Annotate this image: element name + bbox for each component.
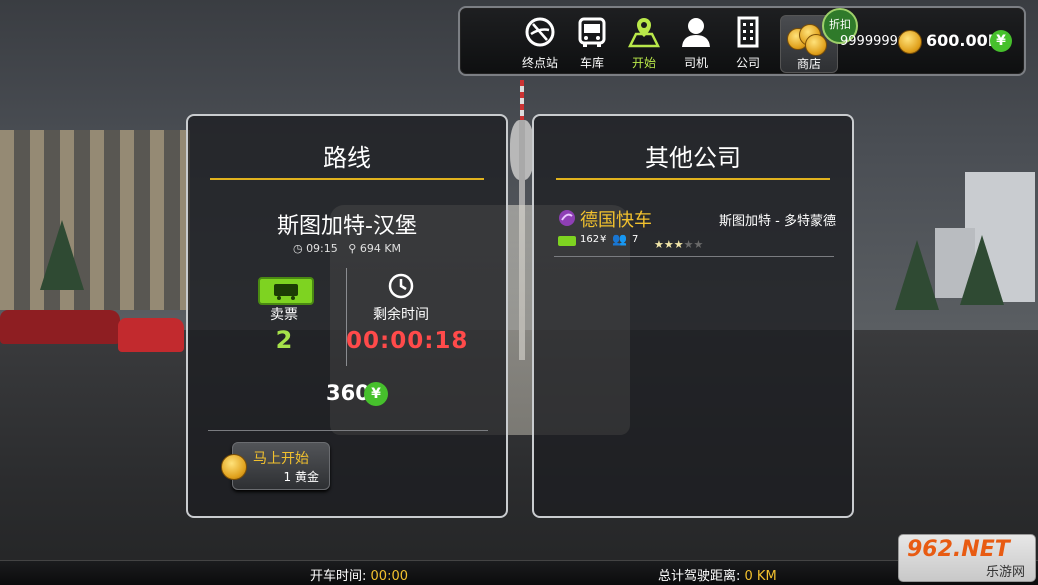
company-list-item[interactable]: 德国快车 斯图加特 - 多特蒙德 162 ¥ 👥 7 ★★★★★	[556, 206, 836, 260]
nav-company-label: 公司	[735, 56, 760, 70]
money-icon: ¥	[364, 382, 388, 406]
star-empty-icon: ★	[683, 238, 694, 251]
title-divider	[556, 178, 830, 180]
rating-stars: ★★★★★	[654, 233, 703, 252]
bus-count: 162	[580, 234, 600, 245]
star-empty-icon: ★	[693, 238, 704, 251]
wallet: 99999999 600.00M ¥	[840, 16, 1020, 66]
top-menu-bar: 终点站 车库 开始 司机 公司 商店 折扣 99999999 600.00M ¥	[458, 6, 1026, 76]
location-icon: ⚲	[348, 242, 357, 255]
nav-terminal-label: 终点站	[521, 56, 558, 70]
total-distance-label: 总计驾驶距离:	[658, 569, 741, 584]
nav-start[interactable]: 开始	[616, 8, 672, 74]
companies-panel-title: 其他公司	[645, 144, 741, 172]
route-name: 斯图加特-汉堡	[277, 214, 417, 239]
start-now-button[interactable]: 马上开始 1 黄金	[221, 442, 330, 490]
company-route: 斯图加特 - 多特蒙德	[719, 214, 836, 229]
route-meta: ◷ 09:15 ⚲ 694 KM	[188, 242, 506, 255]
person-icon	[682, 18, 710, 47]
nav-garage-label: 车库	[579, 56, 604, 70]
drive-time-value: 00:00	[370, 569, 408, 584]
timer-icon	[388, 273, 414, 299]
bus-icon	[578, 17, 606, 47]
people-icon: 👥	[612, 232, 627, 246]
company-logo-icon	[559, 210, 575, 226]
list-separator	[554, 256, 834, 257]
start-now-label: 马上开始	[253, 451, 309, 467]
gold-coin-icon	[898, 30, 922, 54]
star-filled-icon: ★	[654, 238, 664, 251]
background-scene	[0, 0, 1038, 584]
gold-balance: 99999999	[840, 34, 907, 49]
map-pin-icon	[628, 18, 660, 48]
driver-count: 7	[632, 234, 639, 245]
money-icon: ¥	[990, 30, 1012, 52]
start-now-cost: 1 黄金	[283, 470, 319, 484]
coin-icon	[805, 34, 827, 56]
nav-company[interactable]: 公司	[720, 8, 776, 74]
company-name: 德国快车	[580, 210, 652, 231]
watermark-subtitle: 乐游网	[985, 565, 1025, 580]
nav-driver[interactable]: 司机	[668, 8, 724, 74]
globe-icon	[525, 17, 555, 47]
title-divider	[210, 178, 484, 180]
route-distance: 694 KM	[359, 242, 402, 255]
ticket-icon	[258, 277, 314, 305]
building-icon	[737, 16, 759, 48]
drive-time: 开车时间: 00:00	[310, 565, 408, 584]
nav-start-label: 开始	[631, 56, 656, 70]
clock-icon: ◷	[292, 242, 303, 255]
route-panel: 路线 斯图加特-汉堡 ◷ 09:15 ⚲ 694 KM 卖票 2 剩余时间 00…	[186, 114, 508, 518]
star-filled-icon: ★	[673, 238, 684, 251]
star-filled-icon: ★	[663, 238, 674, 251]
total-distance-value: 0 KM	[744, 569, 777, 584]
total-distance: 总计驾驶距离: 0 KM	[658, 565, 777, 584]
panel-separator	[208, 430, 488, 431]
tickets-value: 2	[275, 326, 293, 354]
bus-count-icon	[558, 236, 576, 246]
remaining-time-label: 剩余时间	[373, 307, 429, 323]
companies-panel: 其他公司 德国快车 斯图加特 - 多特蒙德 162 ¥ 👥 7 ★★★★★	[532, 114, 854, 518]
drive-time-label: 开车时间:	[310, 569, 367, 584]
nav-shop-label: 商店	[796, 57, 821, 71]
nav-terminal[interactable]: 终点站	[512, 8, 568, 74]
status-bar: 开车时间: 00:00 总计驾驶距离: 0 KM	[0, 560, 1038, 585]
route-panel-title: 路线	[323, 144, 371, 172]
tickets-label: 卖票	[270, 307, 298, 323]
site-watermark-logo: 962.NET 乐游网	[898, 534, 1036, 582]
nav-driver-label: 司机	[683, 56, 708, 70]
nav-garage[interactable]: 车库	[564, 8, 620, 74]
watermark-brand: 962.NET	[907, 537, 1010, 562]
remaining-time-value: 00:00:18	[346, 328, 469, 354]
gold-coin-icon	[221, 454, 247, 480]
departure-time: 09:15	[306, 242, 338, 255]
